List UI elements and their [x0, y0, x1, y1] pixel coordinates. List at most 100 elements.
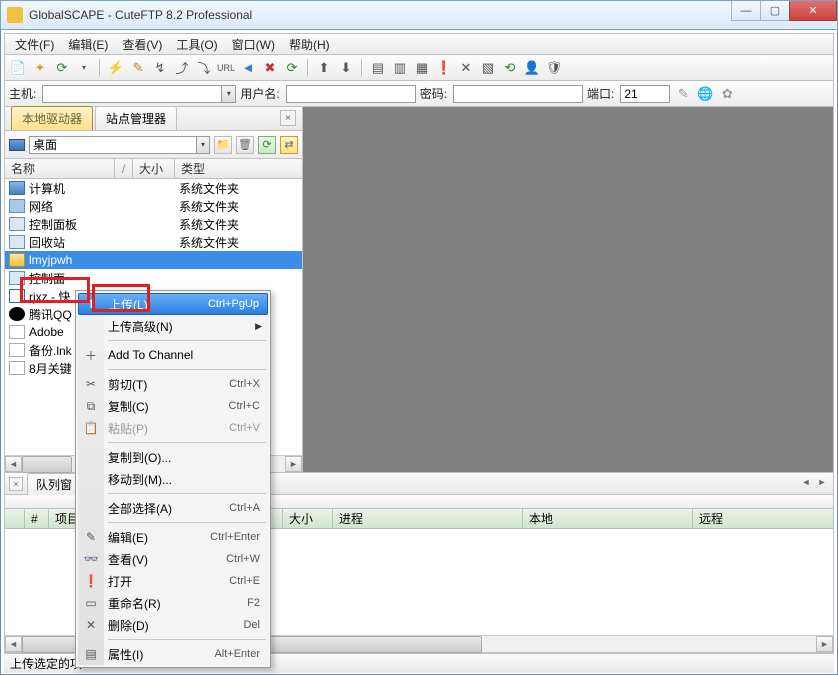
list-item[interactable]: 控制面板系统文件夹	[5, 215, 302, 233]
qcol-local[interactable]: 本地	[523, 509, 693, 528]
host-combo[interactable]: ▾	[42, 85, 236, 103]
qcol-remote[interactable]: 远程	[693, 509, 833, 528]
col-sort[interactable]: /	[115, 159, 133, 178]
shield-icon[interactable]: 🛡	[545, 59, 563, 77]
doc3-icon[interactable]: ▦	[413, 59, 431, 77]
back-icon[interactable]: ◄	[239, 59, 257, 77]
list-item-selected[interactable]: lmyjpwh	[5, 251, 302, 269]
scroll-right-icon[interactable]: ►	[816, 636, 833, 652]
qcol-idx[interactable]: #	[25, 509, 49, 528]
plus-icon: ＋	[83, 347, 99, 363]
location-input[interactable]	[29, 136, 197, 154]
menu-window[interactable]: 窗口(W)	[226, 34, 281, 55]
refresh-icon[interactable]: ⟳	[53, 59, 71, 77]
dropdown-icon[interactable]: ▾	[75, 59, 93, 77]
monitor-icon	[9, 139, 25, 151]
queue-scroll-right-icon[interactable]: ►	[815, 475, 829, 489]
list-item[interactable]: 网络系统文件夹	[5, 197, 302, 215]
host-input[interactable]	[42, 85, 222, 103]
alert-icon[interactable]: ❗	[435, 59, 453, 77]
paste-icon: 📋	[83, 420, 99, 436]
refresh-icon[interactable]: ⟳	[258, 136, 276, 154]
menu-help[interactable]: 帮助(H)	[283, 34, 336, 55]
col-name[interactable]: 名称	[5, 159, 115, 178]
chevron-down-icon[interactable]: ▾	[222, 85, 236, 103]
list-item[interactable]: 回收站系统文件夹	[5, 233, 302, 251]
queue-close-button[interactable]: ×	[9, 477, 23, 491]
ctx-move-to[interactable]: 移动到(M)...	[78, 468, 268, 490]
port-input[interactable]	[620, 85, 670, 103]
menu-edit[interactable]: 编辑(E)	[62, 34, 114, 55]
new-icon[interactable]: 📄	[9, 59, 27, 77]
ctx-delete[interactable]: ✕ 删除(D) Del	[78, 614, 268, 636]
doc4-icon[interactable]: ▧	[479, 59, 497, 77]
qcol-progress[interactable]: 进程	[333, 509, 523, 528]
tool3-icon[interactable]: ⤵	[195, 59, 213, 77]
ctx-cut[interactable]: ✂ 剪切(T) Ctrl+X	[78, 373, 268, 395]
queue-scroll-left-icon[interactable]: ◄	[799, 475, 813, 489]
list-item[interactable]: 控制面	[5, 269, 302, 287]
doc1-icon[interactable]: ▤	[369, 59, 387, 77]
ctx-open[interactable]: ❗ 打开 Ctrl+E	[78, 570, 268, 592]
url-icon[interactable]: URL	[217, 59, 235, 77]
scroll-left-icon[interactable]: ◄	[5, 636, 22, 652]
wand-icon[interactable]: ✎	[129, 59, 147, 77]
cancel-icon[interactable]: ✕	[457, 59, 475, 77]
delete-icon[interactable]: 🗑	[236, 136, 254, 154]
conn-gear-icon[interactable]: ✿	[718, 85, 736, 103]
maximize-button[interactable]: ▢	[760, 1, 790, 21]
ctx-upload-advanced[interactable]: 上传高级(N) ▶	[78, 315, 268, 337]
ctx-copy[interactable]: ⧉ 复制(C) Ctrl+C	[78, 395, 268, 417]
ctx-add-channel[interactable]: ＋ Add To Channel	[78, 344, 268, 366]
sync-icon[interactable]: ⟲	[501, 59, 519, 77]
scroll-thumb[interactable]	[22, 456, 72, 473]
stop-icon[interactable]: ✖	[261, 59, 279, 77]
ctx-rename[interactable]: ▭ 重命名(R) F2	[78, 592, 268, 614]
conn-globe-icon[interactable]: 🌐	[696, 85, 714, 103]
location-combo[interactable]: ▾	[29, 136, 210, 154]
menu-file[interactable]: 文件(F)	[9, 34, 60, 55]
connect-icon[interactable]: ⚡	[107, 59, 125, 77]
local-tab-row: 本地驱动器 站点管理器 ×	[5, 107, 302, 131]
tab-local-drives[interactable]: 本地驱动器	[11, 106, 93, 130]
qcol-flag[interactable]	[5, 509, 25, 528]
tool2-icon[interactable]: ⤴	[173, 59, 191, 77]
ctx-select-all[interactable]: 全部选择(A) Ctrl+A	[78, 497, 268, 519]
scroll-left-icon[interactable]: ◄	[5, 456, 22, 472]
conn-wand-icon[interactable]: ✎	[674, 85, 692, 103]
ctx-upload[interactable]: ⬆ 上传(L) Ctrl+PgUp	[78, 293, 268, 315]
remote-pane[interactable]	[303, 107, 833, 472]
folder-up-icon[interactable]: 📁	[214, 136, 232, 154]
col-type[interactable]: 类型	[175, 159, 302, 178]
separator	[361, 59, 363, 77]
up-icon[interactable]: ⬆	[315, 59, 333, 77]
close-button[interactable]: ✕	[789, 1, 837, 21]
list-item[interactable]: 计算机系统文件夹	[5, 179, 302, 197]
tab-close-button[interactable]: ×	[280, 110, 296, 126]
queue-tab[interactable]: 队列窗	[27, 473, 81, 495]
ctx-copy-to[interactable]: 复制到(O)...	[78, 446, 268, 468]
user-input[interactable]	[286, 85, 416, 103]
menu-view[interactable]: 查看(V)	[116, 34, 168, 55]
sync-icon[interactable]: ⇄	[280, 136, 298, 154]
user-icon[interactable]: 👤	[523, 59, 541, 77]
tab-site-manager[interactable]: 站点管理器	[95, 106, 177, 130]
ctx-properties[interactable]: ▤ 属性(I) Alt+Enter	[78, 643, 268, 665]
wizard-icon[interactable]: ✦	[31, 59, 49, 77]
minimize-button[interactable]: —	[731, 1, 761, 21]
ctx-edit[interactable]: ✎ 编辑(E) Ctrl+Enter	[78, 526, 268, 548]
chevron-down-icon[interactable]: ▾	[197, 136, 210, 154]
open-icon: ❗	[83, 573, 99, 589]
ctx-view[interactable]: 👓 查看(V) Ctrl+W	[78, 548, 268, 570]
menu-tools[interactable]: 工具(O)	[170, 34, 223, 55]
down-icon[interactable]: ⬇	[337, 59, 355, 77]
scroll-right-icon[interactable]: ►	[285, 456, 302, 472]
tool1-icon[interactable]: ↯	[151, 59, 169, 77]
pass-input[interactable]	[453, 85, 583, 103]
col-size[interactable]: 大小	[133, 159, 175, 178]
doc2-icon[interactable]: ▥	[391, 59, 409, 77]
reload-icon[interactable]: ⟳	[283, 59, 301, 77]
qcol-size[interactable]: 大小	[283, 509, 333, 528]
ctx-paste: 📋 粘贴(P) Ctrl+V	[78, 417, 268, 439]
shortcut-icon	[9, 325, 25, 339]
